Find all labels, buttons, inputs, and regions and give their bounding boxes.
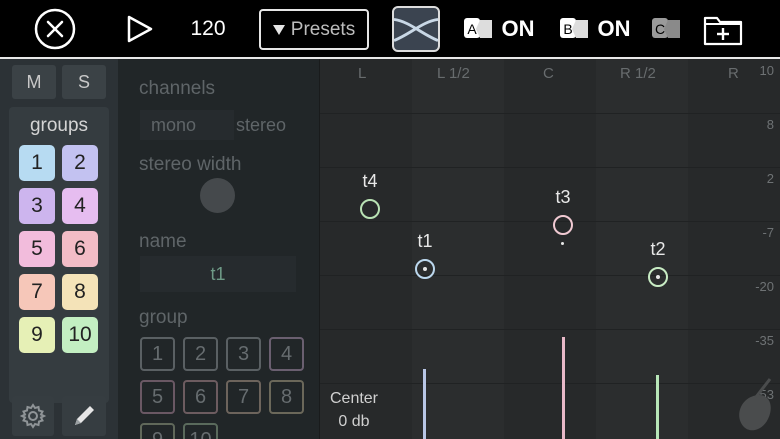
- track-group-button-5[interactable]: 5: [140, 380, 175, 414]
- tempo-display[interactable]: 120: [184, 14, 232, 44]
- pan-label: L 1/2: [437, 65, 470, 82]
- slot-b-state: ON: [597, 16, 631, 41]
- slot-c-icon: C: [652, 18, 680, 38]
- presets-dropdown[interactable]: Presets: [259, 9, 369, 50]
- level-meter-bar: [423, 369, 426, 439]
- db-gridline: [320, 329, 780, 330]
- group-button-5[interactable]: 5: [19, 231, 55, 267]
- db-gridline: [320, 221, 780, 222]
- track-group-button-9[interactable]: 9: [140, 423, 175, 439]
- db-label: 8: [766, 117, 774, 132]
- pan-label: C: [543, 65, 554, 82]
- solo-button[interactable]: S: [62, 65, 106, 99]
- pan-mix-canvas[interactable]: L L 1/2 C R 1/2 R 10 8 2 -7 -20 -35 -53 …: [320, 59, 780, 439]
- svg-text:C: C: [655, 21, 665, 37]
- pan-label: L: [358, 65, 367, 82]
- group-button-1[interactable]: 1: [19, 145, 55, 181]
- stereo-button[interactable]: stereo: [222, 110, 300, 140]
- track-level-dot: [561, 242, 564, 245]
- folder-plus-icon: [703, 16, 743, 46]
- group-button-10[interactable]: 10: [62, 317, 98, 353]
- presets-label: Presets: [290, 18, 356, 40]
- slot-a-state: ON: [501, 16, 535, 41]
- db-label: -35: [755, 333, 774, 348]
- track-group-button-2[interactable]: 2: [183, 337, 218, 371]
- settings-button[interactable]: [12, 396, 54, 436]
- pan-label: R 1/2: [620, 65, 656, 82]
- level-meter-bar: [656, 375, 659, 439]
- group-label: group: [139, 307, 188, 328]
- group-button-8[interactable]: 8: [62, 274, 98, 310]
- group-button-3[interactable]: 3: [19, 188, 55, 224]
- close-icon: [34, 8, 76, 50]
- center-readout-gain: 0 db: [338, 413, 370, 430]
- groups-panel: groups 1 2 3 4 5 6 7 8 9 10: [9, 107, 109, 403]
- stereo-width-knob[interactable]: [200, 178, 235, 213]
- track-center-dot: [656, 275, 660, 279]
- top-toolbar: 120 Presets A ON B ON C: [0, 0, 780, 57]
- db-label: -20: [755, 279, 774, 294]
- track-group-button-6[interactable]: 6: [183, 380, 218, 414]
- track-settings-panel: channels mono stereo stereo width name t…: [118, 59, 320, 439]
- close-button[interactable]: [34, 8, 76, 50]
- play-button[interactable]: [122, 12, 156, 46]
- center-readout: Center 0 db: [326, 387, 382, 433]
- track-name: t4: [362, 171, 378, 191]
- track-name-field[interactable]: t1: [140, 256, 296, 292]
- group-button-6[interactable]: 6: [62, 231, 98, 267]
- track-pan-handle[interactable]: [553, 215, 573, 235]
- stereo-width-label: stereo width: [139, 154, 242, 175]
- crossfade-curve-button[interactable]: [392, 6, 440, 52]
- new-folder-button[interactable]: [702, 11, 744, 47]
- db-gridline: [320, 167, 780, 168]
- slot-a-toggle[interactable]: A ON: [458, 11, 538, 47]
- mute-button[interactable]: M: [12, 65, 56, 99]
- gear-icon: [19, 403, 47, 429]
- mono-button[interactable]: mono: [140, 110, 234, 140]
- groups-title: groups: [29, 115, 89, 136]
- group-button-7[interactable]: 7: [19, 274, 55, 310]
- track-group-button-3[interactable]: 3: [226, 337, 261, 371]
- group-button-9[interactable]: 9: [19, 317, 55, 353]
- db-gridline: [320, 383, 780, 384]
- db-label: 10: [759, 63, 774, 78]
- track-name: t1: [417, 231, 433, 251]
- svg-text:B: B: [563, 21, 572, 37]
- track-group-button-1[interactable]: 1: [140, 337, 175, 371]
- track-group-button-8[interactable]: 8: [269, 380, 304, 414]
- track-name: t2: [650, 239, 666, 259]
- track-group-button-10[interactable]: 10: [183, 423, 218, 439]
- db-label: 2: [766, 171, 774, 186]
- center-readout-position: Center: [329, 390, 379, 407]
- edit-button[interactable]: [62, 396, 106, 436]
- track-group-button-7[interactable]: 7: [226, 380, 261, 414]
- crossfade-curve-icon: [394, 18, 438, 42]
- play-icon: [127, 15, 153, 43]
- pencil-icon: [75, 406, 94, 425]
- group-sidebar: M S groups 1 2 3 4 5 6 7 8 9 10: [0, 59, 118, 439]
- db-label: -7: [762, 225, 774, 240]
- slot-c-toggle[interactable]: C: [649, 11, 685, 47]
- dropdown-triangle-icon: [272, 24, 285, 35]
- db-gridline: [320, 113, 780, 114]
- drum-icon: [739, 378, 772, 431]
- name-label: name: [139, 231, 187, 252]
- track-name: t3: [555, 187, 571, 207]
- group-button-2[interactable]: 2: [62, 145, 98, 181]
- channels-label: channels: [139, 78, 216, 99]
- level-meter-bar: [562, 337, 565, 439]
- slot-b-icon: B: [559, 18, 588, 38]
- group-button-4[interactable]: 4: [62, 188, 98, 224]
- slot-b-toggle[interactable]: B ON: [554, 11, 634, 47]
- track-center-dot: [423, 267, 427, 271]
- track-group-button-4[interactable]: 4: [269, 337, 304, 371]
- db-gridline: [320, 275, 780, 276]
- svg-text:A: A: [467, 21, 477, 37]
- slot-a-icon: A: [463, 18, 492, 38]
- track-pan-handle[interactable]: [360, 199, 380, 219]
